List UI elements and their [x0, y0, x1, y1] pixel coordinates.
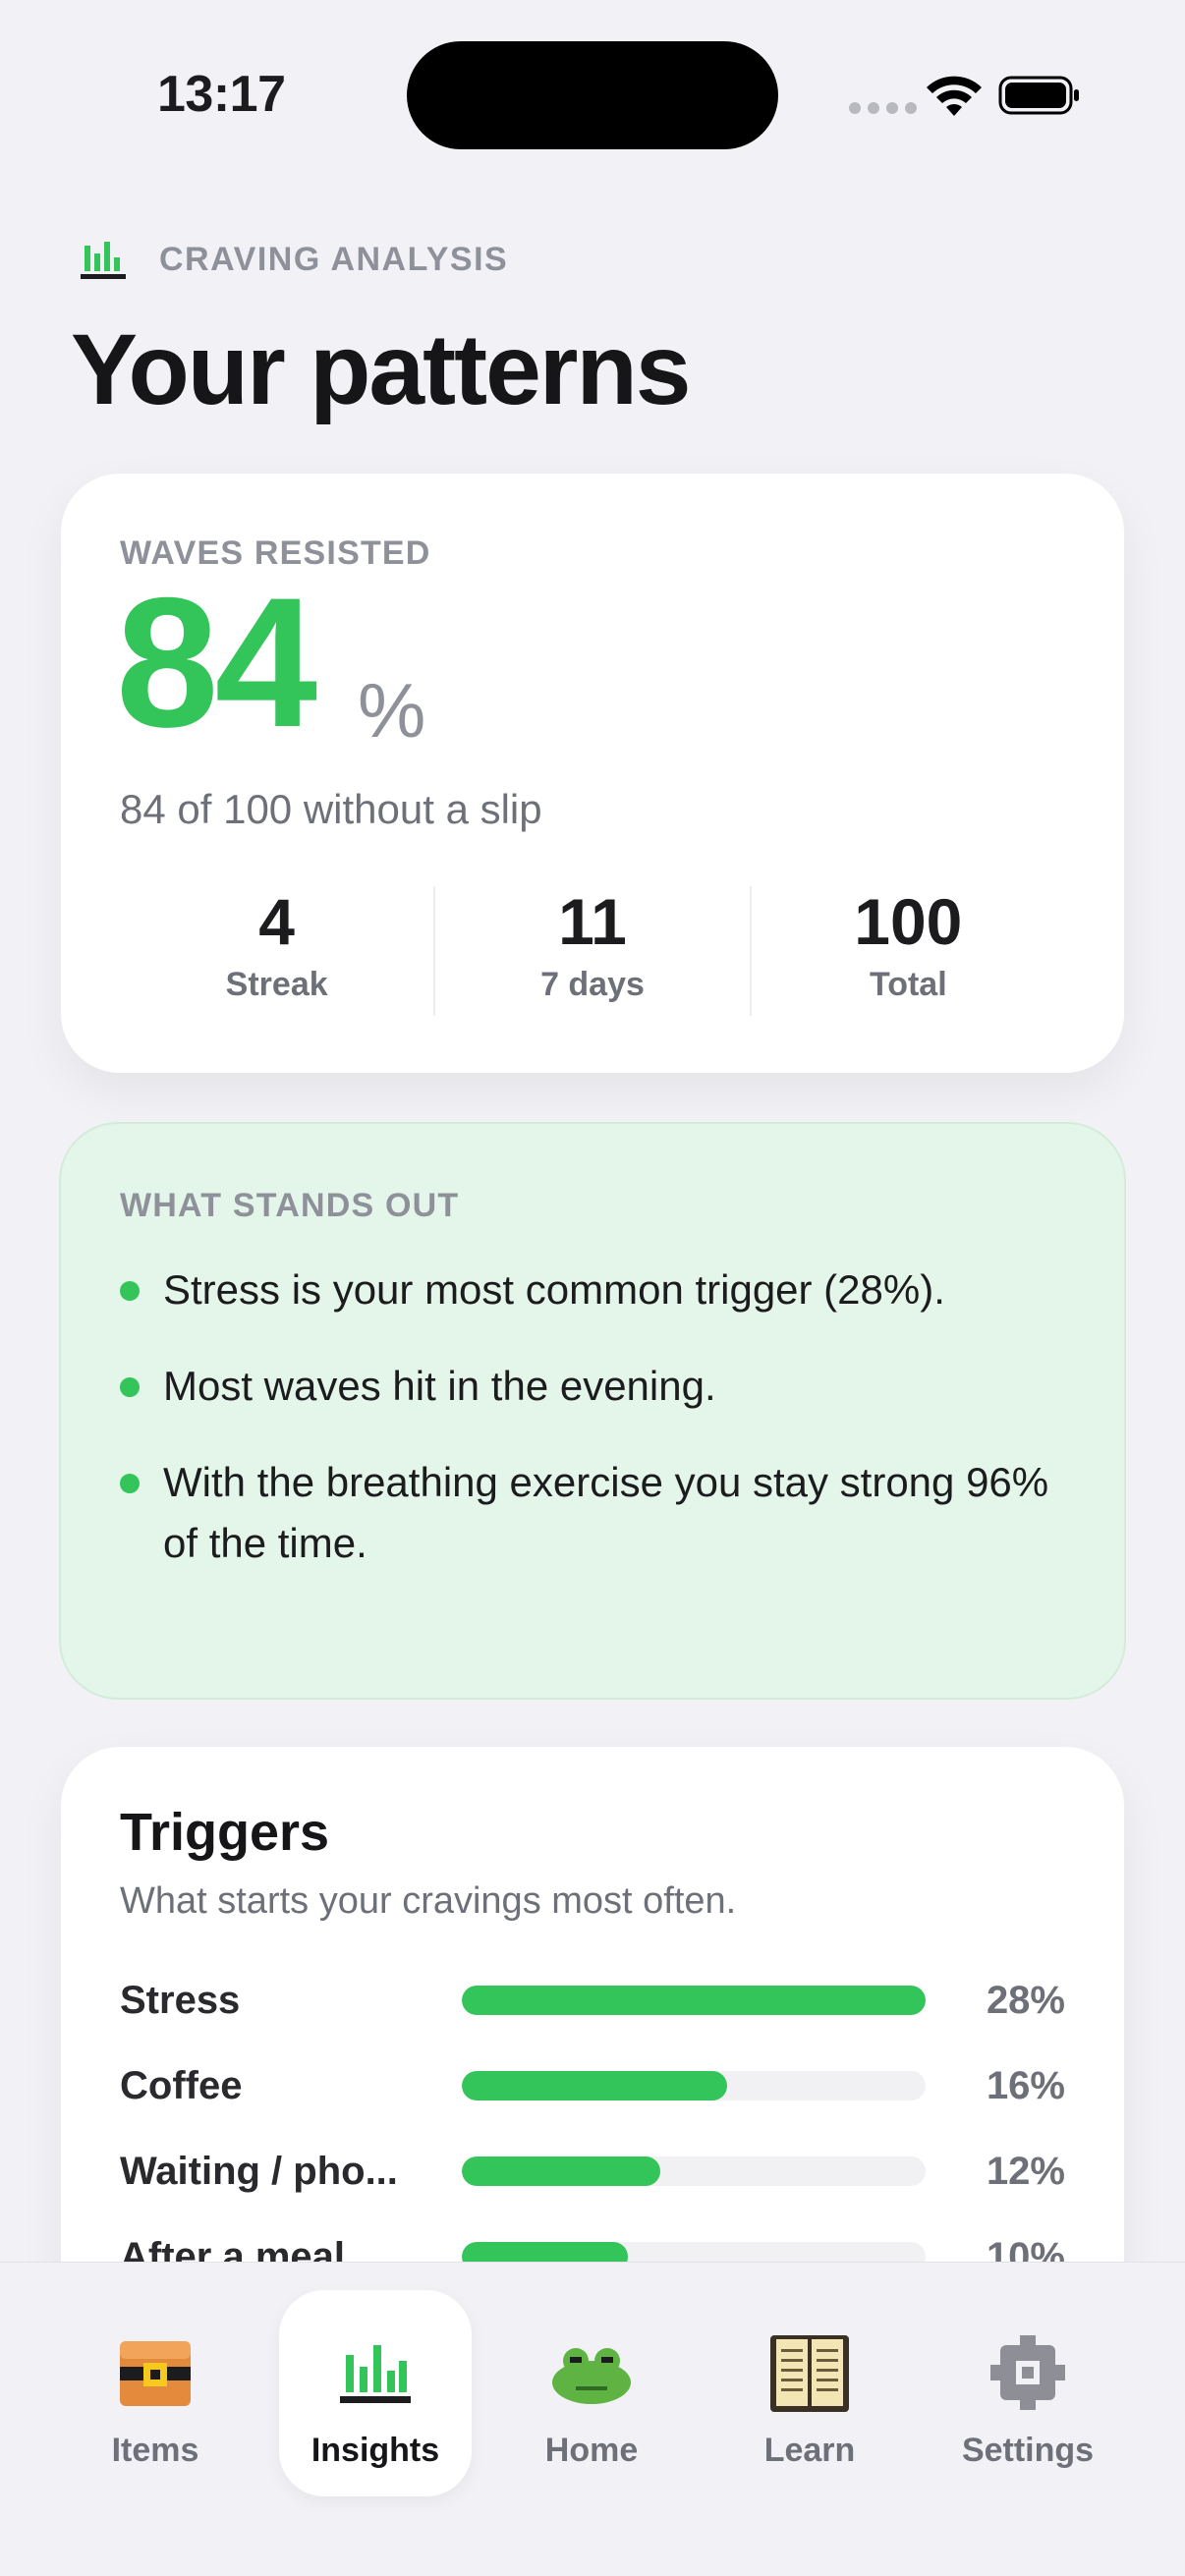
- tab-bar: Items Insights Home Learn Settings: [0, 2262, 1185, 2576]
- card-label: WHAT STANDS OUT: [120, 1187, 460, 1224]
- stat-label: Streak: [225, 965, 328, 1003]
- list-item: Stress is your most common trigger (28%)…: [120, 1260, 1063, 1320]
- stat-label: Total: [869, 965, 947, 1003]
- trigger-bar-fill: [462, 2071, 727, 2100]
- tab-learn[interactable]: Learn: [713, 2290, 906, 2496]
- stat-7-days: 11 7 days: [435, 885, 752, 1016]
- section-eyebrow: CRAVING ANALYSIS: [81, 240, 508, 279]
- open-book-icon: [770, 2335, 849, 2412]
- stat-label: 7 days: [540, 965, 645, 1003]
- trigger-percent: 16%: [986, 2063, 1065, 2107]
- status-time: 13:17: [157, 66, 286, 123]
- tab-items[interactable]: Items: [59, 2290, 252, 2496]
- eyebrow-label: CRAVING ANALYSIS: [159, 240, 509, 278]
- tab-settings[interactable]: Settings: [931, 2290, 1124, 2496]
- wifi-icon: [927, 76, 982, 116]
- card-subtitle: What starts your cravings most often.: [120, 1880, 737, 1922]
- cellular-dots-icon: [849, 102, 917, 114]
- bullet-dot-icon: [120, 1377, 140, 1397]
- tab-label: Settings: [961, 2432, 1095, 2469]
- insight-list: Stress is your most common trigger (28%)…: [120, 1260, 1063, 1609]
- trigger-bar-fill: [462, 1986, 926, 2015]
- gear-icon: [990, 2335, 1065, 2410]
- status-bar: 13:17: [0, 0, 1185, 187]
- list-item: Most waves hit in the evening.: [120, 1356, 1063, 1417]
- bar-chart-icon: [81, 242, 126, 279]
- trigger-name: Coffee: [120, 2063, 243, 2107]
- list-item: With the breathing exercise you stay str…: [120, 1452, 1063, 1574]
- insight-text: With the breathing exercise you stay str…: [163, 1459, 1049, 1566]
- tab-home[interactable]: Home: [495, 2290, 688, 2496]
- bullet-dot-icon: [120, 1474, 140, 1493]
- percent-unit: %: [358, 667, 426, 754]
- trigger-row[interactable]: Coffee 16%: [120, 2056, 1065, 2115]
- battery-icon: [998, 76, 1079, 115]
- tab-insights[interactable]: Insights: [279, 2290, 472, 2496]
- tab-label: Learn: [763, 2432, 856, 2469]
- page-title: Your patterns: [71, 313, 692, 425]
- trigger-bar-track: [462, 1986, 926, 2015]
- resisted-percent: 84: [116, 559, 317, 765]
- trigger-bar-track: [462, 2156, 926, 2186]
- trigger-bar-fill: [462, 2156, 661, 2186]
- what-stands-out-card: WHAT STANDS OUT Stress is your most comm…: [59, 1122, 1126, 1700]
- resisted-summary: 84 of 100 without a slip: [120, 786, 542, 832]
- trigger-percent: 12%: [986, 2149, 1065, 2193]
- trigger-row[interactable]: Stress 28%: [120, 1971, 1065, 2030]
- trigger-name: Waiting / pho...: [120, 2149, 398, 2193]
- trigger-bar-track: [462, 2071, 926, 2100]
- stat-row: 4 Streak 11 7 days 100 Total: [120, 886, 1065, 1016]
- treasure-chest-icon: [120, 2341, 191, 2406]
- insight-text: Stress is your most common trigger (28%)…: [163, 1266, 945, 1313]
- stat-total: 100 Total: [752, 886, 1065, 1016]
- insight-text: Most waves hit in the evening.: [163, 1363, 716, 1409]
- dynamic-island: [407, 41, 778, 149]
- stat-streak: 4 Streak: [120, 885, 436, 1016]
- trigger-name: Stress: [120, 1978, 241, 2022]
- bar-chart-icon: [340, 2345, 411, 2403]
- tab-label: Items: [111, 2432, 199, 2469]
- bullet-dot-icon: [120, 1281, 140, 1301]
- card-title: Triggers: [120, 1803, 330, 1862]
- stat-value: 11: [558, 885, 627, 958]
- stat-value: 4: [258, 885, 296, 958]
- stat-value: 100: [854, 885, 963, 958]
- tab-label: Home: [544, 2432, 639, 2469]
- trigger-percent: 28%: [986, 1978, 1065, 2022]
- trigger-row[interactable]: Waiting / pho... 12%: [120, 2142, 1065, 2201]
- tab-label: Insights: [310, 2432, 440, 2469]
- frog-icon: [552, 2348, 631, 2404]
- waves-resisted-card: WAVES RESISTED 84 % 84 of 100 without a …: [61, 474, 1124, 1073]
